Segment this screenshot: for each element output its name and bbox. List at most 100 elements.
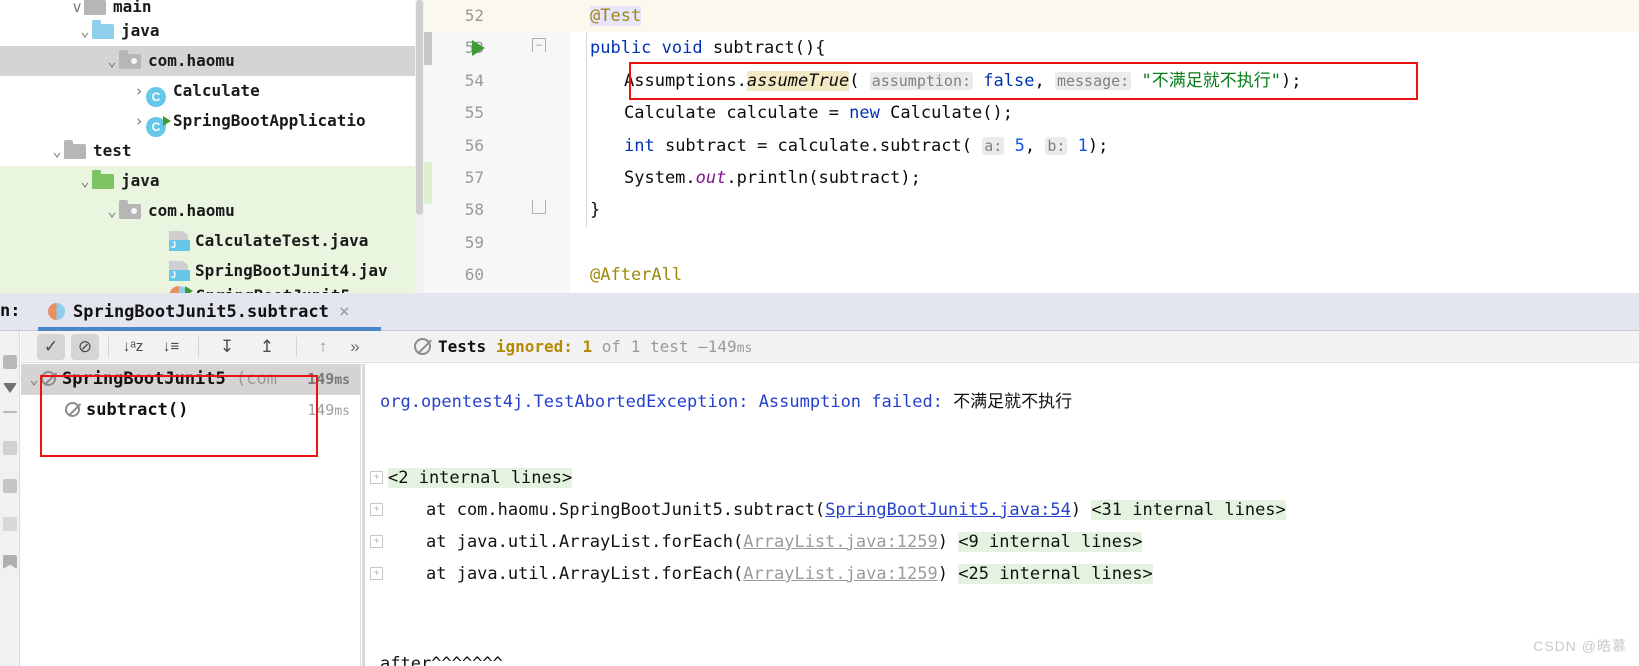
paren-close: ); [1087,135,1109,156]
tree-item-springbootjunit4-java[interactable]: SpringBootJunit4.jav [0,256,424,286]
frame-close-paren: ) [937,564,948,584]
highlight-box-test-tree [40,375,318,457]
literal-5: 5 [1014,135,1025,156]
println-call: .println(subtract); [726,167,921,188]
more-options-button[interactable]: » [341,334,369,360]
string-literal-message: "不满足就不执行" [1141,70,1281,91]
source-link[interactable]: SpringBootJunit5.java:54 [825,500,1071,520]
tree-item-label: Calculate [173,81,260,100]
tree-item-label: com.haomu [148,201,235,220]
status-duration-unit: ms [736,341,753,356]
stack-frame-row[interactable]: + at java.util.ArrayList.forEach(ArrayLi… [362,558,1639,590]
chevron-right-icon[interactable]: › [132,106,146,136]
code-editor[interactable]: 52 @Test 53 – public void subtract(){ 54… [424,0,1639,293]
run-window-label: n: [0,301,21,321]
code-line-60[interactable]: 60 @AfterAll [424,259,1639,291]
code-line-58[interactable]: 58 } [424,194,1639,226]
tree-item-label: java [121,21,160,40]
tree-item-calculatetest-java[interactable]: CalculateTest.java [0,226,424,256]
stack-trace-console[interactable]: org.opentest4j.TestAbortedException: Ass… [362,364,1639,666]
tree-item-com-haomu-test[interactable]: ⌄ com.haomu [0,196,424,226]
stop-icon[interactable] [3,441,17,455]
code-line-59[interactable]: 59 [424,227,1639,259]
line-number: 60 [464,265,484,285]
expand-frame-icon[interactable]: + [370,567,383,580]
tree-item-label: SpringBootApplicatio [173,111,366,130]
exception-message: 不满足就不执行 [953,392,1073,412]
annotation-afterall: @AfterAll [590,265,683,286]
tree-item-java-test[interactable]: ⌄ java [0,166,424,196]
code-line-55[interactable]: 55 Calculate calculate = new Calculate()… [424,97,1639,129]
paren-close: ); [1280,70,1302,91]
settings-icon[interactable] [3,517,17,531]
expand-frame-icon[interactable]: + [370,471,383,484]
show-passed-toggle[interactable]: ✓ [37,334,65,360]
tree-item-test[interactable]: ⌄ test [0,136,424,166]
code-line-53[interactable]: 53 – public void subtract(){ [424,32,1639,64]
rerun-icon[interactable] [3,355,17,369]
run-tab-label: SpringBootJunit5.subtract [73,302,329,322]
fold-marker-icon[interactable] [532,200,546,215]
chevron-down-icon[interactable]: v [70,0,84,15]
tree-item-com-haomu-main[interactable]: ⌄ com.haomu [0,46,424,76]
tree-item-label: test [93,141,132,160]
previous-failure-button[interactable]: ↑ [309,334,337,360]
pin-icon[interactable] [3,555,17,569]
scrollbar-thumb[interactable] [416,0,423,215]
status-ignored-count: 1 [582,337,593,356]
junit5-file-icon [169,286,193,293]
fold-marker-icon[interactable]: – [532,38,546,53]
java-file-icon [169,231,190,251]
run-test-gutter-icon[interactable] [472,40,485,57]
run-tab-springbootjunit5-subtract[interactable]: SpringBootJunit5.subtract × [38,293,360,331]
junit5-icon [48,303,65,320]
folder-blue-icon [92,20,114,39]
close-icon[interactable]: × [339,301,350,322]
show-ignored-toggle[interactable]: ⊘ [71,334,99,360]
system-prefix: System. [624,167,696,188]
code-line-54[interactable]: 54 Assumptions.assumeTrue( assumption: f… [424,65,1639,97]
expand-all-button[interactable]: ↧ [213,334,241,360]
keyword-new: new [849,103,880,124]
left-vertical-toolbar[interactable] [0,293,20,666]
filter-icon[interactable] [3,479,17,493]
expand-frame-icon[interactable]: + [370,535,383,548]
tree-item-springbootapplication[interactable]: › C SpringBootApplicatio [0,106,424,137]
expand-frame-icon[interactable]: + [370,503,383,516]
tree-item-main[interactable]: v main [0,0,424,16]
test-runner-toolbar: ✓ ⊘ ↓ᵃz ↓≡ ↧ ↥ ↑ » Tests ignored: 1 of 1… [21,331,1639,363]
debug-icon[interactable] [3,383,17,393]
source-link[interactable]: ArrayList.java:1259 [743,532,937,552]
project-tree-panel[interactable]: v main ⌄ java ⌄ com.haomu › C Calculate › C Spr… [0,0,424,293]
code-line-57[interactable]: 57 System.out.println(subtract); [424,162,1639,194]
chevron-down-icon[interactable]: ⌄ [105,46,119,76]
source-link[interactable]: ArrayList.java:1259 [743,564,937,584]
folder-gray-icon [64,140,86,159]
tree-item-java-main[interactable]: ⌄ java [0,16,424,46]
annotation-test: @Test [590,6,642,26]
sort-by-duration-button[interactable]: ↓≡ [157,334,185,360]
project-tree-scrollbar[interactable] [415,0,424,293]
chevron-down-icon[interactable]: ⌄ [105,196,119,226]
sort-alphabetically-button[interactable]: ↓ᵃz [119,334,147,360]
chevron-down-icon[interactable]: ⌄ [78,16,92,46]
chevron-right-icon[interactable]: › [132,76,146,106]
code-line-52[interactable]: 52 @Test [424,0,1639,33]
keyword-public: public [590,38,652,59]
folder-gray-icon [84,0,106,15]
stack-frame-row[interactable]: + at java.util.ArrayList.forEach(ArrayLi… [362,526,1639,558]
chevron-down-icon[interactable]: ⌄ [78,166,92,196]
package-icon [119,200,141,219]
trace-left-border [362,364,365,666]
test-status-line: Tests ignored: 1 of 1 test –149ms [414,337,752,356]
status-duration: 149 [707,337,737,356]
tree-item-springbootjunit5-java[interactable]: SpringBootJunit5 [0,286,424,293]
chevron-down-icon[interactable]: ⌄ [27,364,41,395]
collapse-all-button[interactable]: ↥ [253,334,281,360]
stack-frame-row[interactable]: + <2 internal lines> [362,462,1639,494]
tree-item-calculate[interactable]: › C Calculate [0,76,424,107]
stack-frame-row[interactable]: + at com.haomu.SpringBootJunit5.subtract… [362,494,1639,526]
chevron-down-icon[interactable]: ⌄ [50,136,64,166]
code-line-56[interactable]: 56 int subtract = calculate.subtract( a:… [424,130,1639,162]
toolbar-separator [108,337,109,357]
